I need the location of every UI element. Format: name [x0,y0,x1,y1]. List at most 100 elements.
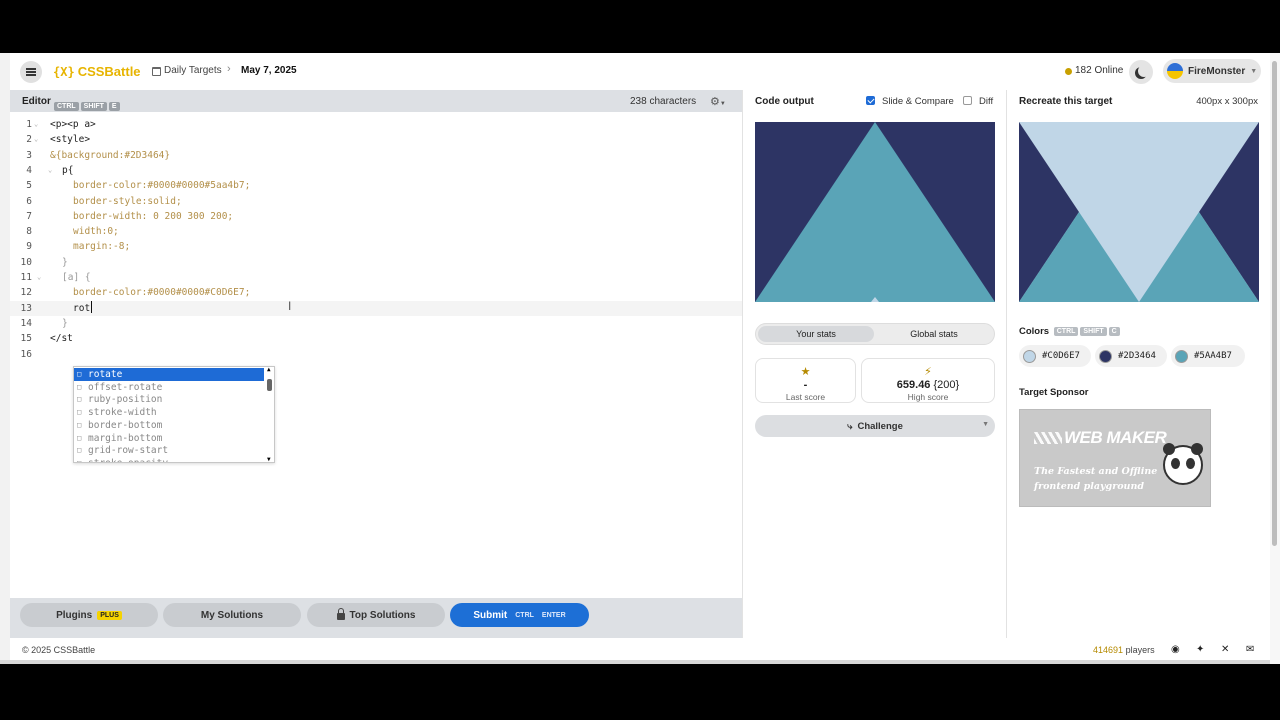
diff-checkbox[interactable] [963,96,972,105]
menu-button[interactable] [20,61,42,83]
star-icon: ★ [800,366,811,378]
output-render [755,122,995,302]
code-line[interactable]: 1 ⌄ <p><p a> [10,117,742,132]
horizontal-scrollbar[interactable] [0,660,1270,664]
color-hex: #2D3464 [1118,351,1156,361]
code-line[interactable]: 10} [10,255,742,270]
fold-icon[interactable]: ⌄ [37,273,41,281]
color-chip-2d3464[interactable]: #2D3464 [1095,345,1167,367]
target-title: Recreate this target [1019,96,1113,107]
fold-icon[interactable]: ⌄ [34,135,38,143]
code-line[interactable]: 12 border-color:#0000#0000#C0D6E7; [10,285,742,300]
submit-kbd-enter: ENTER [541,611,566,619]
autocomplete-item[interactable]: border-bottom [74,419,264,432]
autocomplete-item[interactable]: stroke-width [74,406,264,419]
code-line[interactable]: 14} [10,316,742,331]
line-number: 10 [20,256,32,268]
autocomplete-item[interactable]: stroke-opacity [74,457,264,462]
autocomplete-item[interactable]: ruby-position [74,393,264,406]
target-panel: Recreate this target 400px x 300px Color… [1006,90,1270,638]
code-line[interactable]: 16 [10,347,742,362]
tab-global-stats[interactable]: Global stats [876,326,992,342]
code-editor[interactable]: 1 ⌄ <p><p a> 2 ⌄ <style> 3 &{background:#2D3464… [10,112,742,638]
autocomplete-item[interactable]: rotate [74,368,264,381]
code-line[interactable]: 11 ⌄ [a] { [10,270,742,285]
fold-icon[interactable]: ⌄ [34,120,38,128]
page-scrollbar[interactable] [1270,53,1280,664]
top-header: {X} CSSBattle Daily Targets › May 7, 202… [10,53,1270,90]
editor-label: Editor [22,96,51,107]
challenge-button[interactable]: ⤷ Challenge ▼ [755,415,995,437]
plugins-button[interactable]: Plugins PLUS [20,603,158,627]
autocomplete-item[interactable]: offset-rotate [74,381,264,394]
challenge-label: Challenge [857,420,903,432]
username: FireMonster [1188,65,1246,77]
sponsor-banner[interactable]: WEB MAKER The Fastest and Offline fronte… [1019,409,1211,507]
my-solutions-button[interactable]: My Solutions [163,603,301,627]
code-line[interactable]: 6 border-style:solid; [10,194,742,209]
code-line[interactable]: 5 border-color:#0000#0000#5aa4b7; [10,178,742,193]
players-count: 414691 players [1093,645,1155,655]
editor-actions-bar: Plugins PLUS My Solutions Top Solutions … [10,598,742,638]
plugins-label: Plugins [56,609,93,621]
calendar-icon [152,67,161,76]
tab-your-stats[interactable]: Your stats [758,326,874,342]
breadcrumb-current: May 7, 2025 [241,65,297,76]
scrollbar-thumb[interactable] [267,379,272,391]
autocomplete-item[interactable]: grid-row-start [74,444,264,457]
discord-icon[interactable]: ◉ [1171,644,1180,655]
code-output-preview[interactable] [755,122,995,302]
color-chip-c0d6e7[interactable]: #C0D6E7 [1019,345,1091,367]
color-hex: #C0D6E7 [1042,351,1080,361]
theme-toggle-button[interactable] [1129,60,1153,84]
logo[interactable]: {X} CSSBattle [53,64,141,79]
code-line[interactable]: 9 margin:-8; [10,239,742,254]
user-menu[interactable]: FireMonster ▼ [1163,59,1261,83]
colors-title: Colors CTRL SHIFT C [1019,326,1120,337]
kbd-shift: SHIFT [80,102,107,111]
fold-icon[interactable]: ⌄ [48,166,52,174]
x-icon[interactable]: ✕ [1221,644,1229,655]
code-text: border-color:#0000#0000#C0D6E7; [73,287,251,299]
code-line[interactable]: 8 width:0; [10,224,742,239]
line-number: 2 [26,134,32,146]
color-swatch [1023,349,1036,363]
bluesky-icon[interactable]: ✦ [1196,644,1204,655]
color-chip-5aa4b7[interactable]: #5AA4B7 [1171,345,1245,367]
code-line[interactable]: 4 ⌄ p{ [10,163,742,178]
line-number: 8 [26,226,32,238]
target-size: 400px x 300px [1196,96,1258,107]
code-line[interactable]: 2 ⌄ <style> [10,132,742,147]
top-solutions-button[interactable]: Top Solutions [307,603,445,627]
slide-compare-label[interactable]: Slide & Compare [882,96,954,107]
logo-mark: {X} [53,64,75,79]
share-icon: ⤷ [847,420,853,432]
line-number: 16 [20,348,32,360]
code-line[interactable]: 15 </st [10,331,742,346]
mail-icon[interactable]: ✉ [1246,644,1254,655]
autocomplete-item[interactable]: margin-bottom [74,432,264,445]
breadcrumb-daily-targets[interactable]: Daily Targets [164,65,222,76]
autocomplete-scrollbar[interactable]: ▲ ▼ [267,367,273,462]
code-output-title: Code output [755,96,814,107]
code-line[interactable]: 7 border-width: 0 200 300 200; [10,209,742,224]
color-swatch [1175,349,1188,363]
diff-label[interactable]: Diff [979,96,993,107]
line-number: 7 [26,210,32,222]
code-line[interactable]: 3 &{background:#2D3464} [10,148,742,163]
code-text: } [62,317,68,329]
autocomplete-list[interactable]: rotateoffset-rotateruby-positionstroke-w… [73,366,275,463]
footer: © 2025 CSSBattle 414691 players ◉ ✦ ✕ ✉ [10,638,1270,660]
code-text: width:0; [73,226,119,238]
scrollbar-thumb[interactable] [1272,61,1277,546]
chevron-down-icon: ▼ [1250,67,1258,75]
colors-kbd-c: C [1108,327,1120,336]
line-number: 6 [26,195,32,207]
chevron-down-icon[interactable]: ▼ [982,421,989,428]
slide-compare-checkbox[interactable] [866,96,875,105]
code-line[interactable]: 13 rot [10,300,742,316]
high-score-value: 659.46 {200} [896,379,960,391]
high-score-chars: {200} [933,379,960,391]
gear-icon[interactable]: ⚙▼ [710,95,726,108]
submit-button[interactable]: Submit CTRL ENTER [450,603,589,627]
